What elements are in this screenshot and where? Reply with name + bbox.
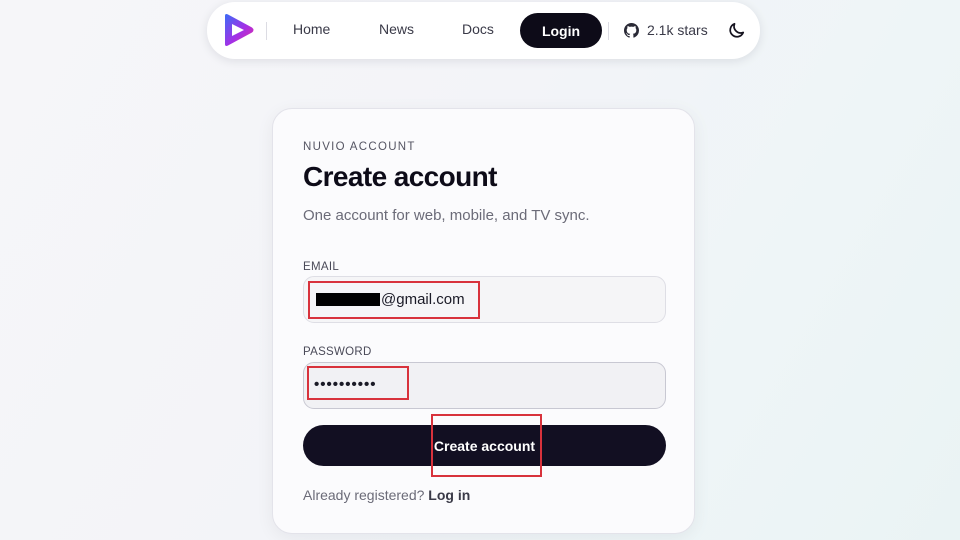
card-eyebrow: NUVIO ACCOUNT [303,141,416,153]
login-prompt-text: Already registered? [303,487,429,503]
nav-login-button[interactable]: Login [520,13,602,48]
password-value: •••••••••• [314,376,377,393]
moon-icon[interactable] [727,21,746,40]
email-field[interactable]: @gmail.com [303,276,666,323]
nav-divider [608,22,609,40]
nav-link-news[interactable]: News [379,21,414,37]
top-nav: Home News Docs Login 2.1k stars [207,2,760,59]
email-domain: @gmail.com [381,291,465,308]
nav-link-docs[interactable]: Docs [462,21,494,37]
page-title: Create account [303,161,497,192]
login-prompt: Already registered? Log in [303,487,470,503]
card-subtitle: One account for web, mobile, and TV sync… [303,207,590,224]
login-link[interactable]: Log in [428,487,470,503]
create-account-button[interactable]: Create account [303,425,666,466]
password-label: PASSWORD [303,346,372,358]
nav-divider [266,22,267,40]
email-value: @gmail.com [316,291,465,308]
github-icon [624,22,639,38]
nav-link-home[interactable]: Home [293,21,330,37]
email-label: EMAIL [303,261,340,273]
password-field[interactable]: •••••••••• [303,362,666,409]
github-stars-link[interactable]: 2.1k stars [624,22,708,38]
github-stars-label: 2.1k stars [647,22,708,38]
play-triangle-logo-icon[interactable] [221,13,255,47]
redacted-block [316,293,380,306]
signup-card: NUVIO ACCOUNT Create account One account… [272,108,695,534]
